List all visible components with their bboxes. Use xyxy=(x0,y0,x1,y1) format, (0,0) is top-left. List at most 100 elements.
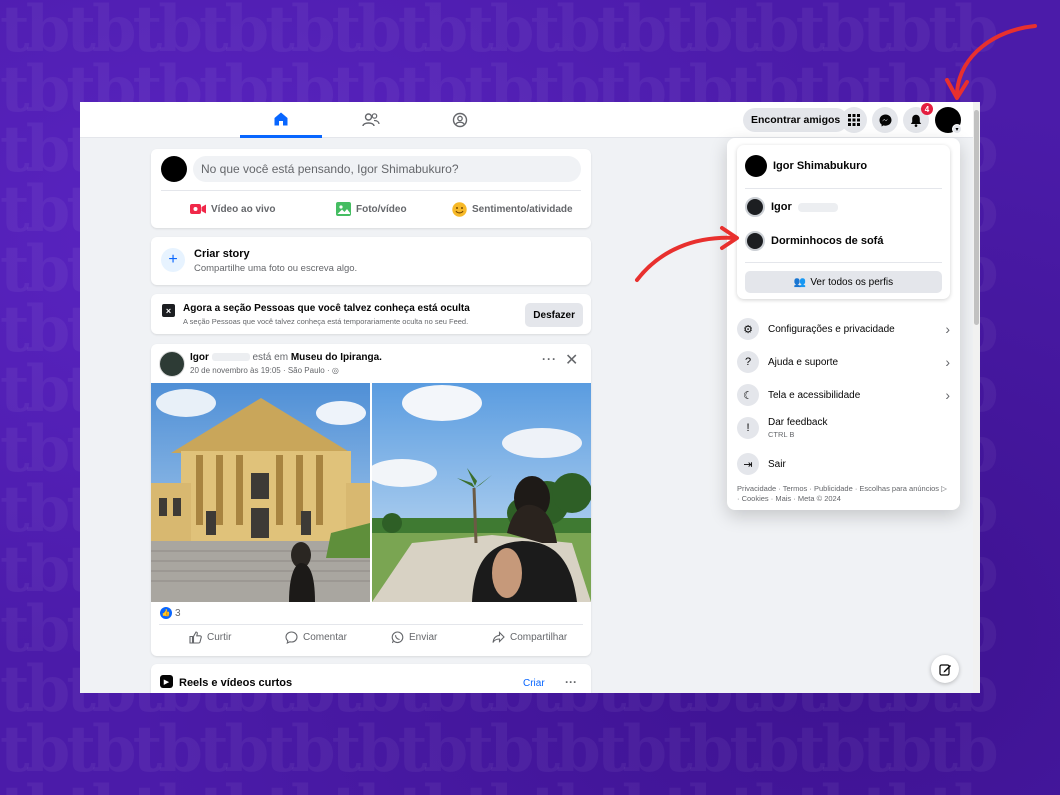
post-photo-garden[interactable] xyxy=(372,383,591,602)
close-icon[interactable]: ✕ xyxy=(565,350,578,370)
help-icon: ? xyxy=(737,351,759,373)
menu-item-label: Ajuda e suporte xyxy=(768,356,839,368)
main-profile-item[interactable]: Igor Shimabukuro xyxy=(745,155,867,177)
like-reaction-icon: 👍 xyxy=(160,607,172,619)
send-label: Enviar xyxy=(409,632,438,643)
create-reel-link[interactable]: Criar xyxy=(523,678,545,689)
see-all-profiles-label: Ver todos os perfis xyxy=(810,276,894,288)
avatar[interactable] xyxy=(159,351,185,377)
reels-section: ▶ Reels e vídeos curtos Criar ··· xyxy=(151,664,591,693)
main-profile-name: Igor Shimabukuro xyxy=(773,160,868,172)
photo-icon xyxy=(336,202,351,216)
more-options-icon[interactable]: ··· xyxy=(542,352,557,366)
browser-window: Encontrar amigos 4 ▾ No que você está pe… xyxy=(80,102,980,693)
live-video-button[interactable]: Vídeo ao vivo xyxy=(190,199,275,219)
tab-home[interactable] xyxy=(240,102,322,138)
notification-count-badge: 4 xyxy=(921,103,933,115)
menu-item-feedback[interactable]: ! Dar feedback CTRL B xyxy=(737,417,950,439)
feeling-activity-label: Sentimento/atividade xyxy=(472,203,573,215)
like-label: Curtir xyxy=(207,632,232,643)
share-icon xyxy=(492,631,505,643)
blurred-name xyxy=(797,202,838,212)
tab-friends[interactable] xyxy=(330,102,412,138)
live-video-icon xyxy=(190,204,206,214)
menu-item-label: Tela e acessibilidade xyxy=(768,389,861,401)
reels-icon: ▶ xyxy=(160,675,173,688)
footer-links[interactable]: Privacidade · Termos · Publicidade · Esc… xyxy=(737,484,947,504)
profile-name-dorminhocos: Dorminhocos de sofá xyxy=(771,235,884,247)
chevron-right-icon: › xyxy=(945,321,950,337)
profiles-icon: 👥 xyxy=(793,276,807,288)
avatar xyxy=(161,156,187,182)
create-story-subtitle: Compartilhe uma foto ou escreva algo. xyxy=(194,263,358,274)
messenger-icon xyxy=(879,114,891,126)
thumbs-up-icon xyxy=(189,631,202,644)
composer-input[interactable]: No que você está pensando, Igor Shimabuk… xyxy=(193,156,581,182)
undo-button[interactable]: Desfazer xyxy=(525,303,583,327)
chevron-right-icon: › xyxy=(945,387,950,403)
moon-icon: ☾ xyxy=(737,384,759,406)
menu-item-text: Dar feedback CTRL B xyxy=(768,417,827,439)
photo-video-button[interactable]: Foto/vídeo xyxy=(336,199,407,219)
blurred-name xyxy=(211,353,250,362)
whatsapp-icon xyxy=(391,631,404,644)
menu-item-display[interactable]: ☾ Tela e acessibilidade › xyxy=(737,384,950,406)
feeling-activity-button[interactable]: Sentimento/atividade xyxy=(452,199,573,219)
menu-item-settings[interactable]: ⚙ Configurações e privacidade › xyxy=(737,318,950,340)
tab-groups[interactable] xyxy=(419,102,501,138)
messenger-button[interactable] xyxy=(872,107,898,133)
comment-label: Comentar xyxy=(303,632,347,643)
scrollbar-thumb[interactable] xyxy=(974,110,979,325)
profiles-card: Igor Shimabukuro Igor Dorminhocos de sof… xyxy=(737,145,950,299)
share-label: Compartilhar xyxy=(510,632,568,643)
friends-icon xyxy=(362,113,380,127)
feedback-icon: ! xyxy=(737,417,759,439)
profile-item-dorminhocos[interactable]: Dorminhocos de sofá xyxy=(745,231,883,251)
live-video-label: Vídeo ao vivo xyxy=(211,203,276,215)
compose-icon xyxy=(938,663,951,676)
profile-item-igor[interactable]: Igor xyxy=(745,197,838,217)
profile-name-igor: Igor xyxy=(771,201,792,213)
post-verb: está em xyxy=(252,352,289,363)
post-meta: 20 de novembro às 19:05 · São Paulo · ◎ xyxy=(190,366,339,375)
gear-icon: ⚙ xyxy=(737,318,759,340)
shortcut-hint: CTRL B xyxy=(768,430,795,439)
groups-icon xyxy=(452,112,468,128)
home-icon xyxy=(274,112,288,125)
post-photo-museum[interactable] xyxy=(151,383,370,602)
hidden-section-notice: × Agora a seção Pessoas que você talvez … xyxy=(151,294,591,334)
photo-video-label: Foto/vídeo xyxy=(356,203,407,215)
hidden-notice-title: Agora a seção Pessoas que você talvez co… xyxy=(183,303,470,314)
send-button[interactable]: Enviar xyxy=(391,631,437,644)
post-author[interactable]: Igor xyxy=(190,352,209,363)
more-options-icon[interactable]: ··· xyxy=(565,675,577,689)
feeling-icon xyxy=(452,201,467,217)
comment-button[interactable]: Comentar xyxy=(285,631,347,644)
menu-item-label: Sair xyxy=(768,458,786,470)
menu-grid-button[interactable] xyxy=(841,107,867,133)
grid-icon xyxy=(848,114,860,126)
create-story-title: Criar story xyxy=(194,248,250,260)
reactions-summary[interactable]: 👍 3 xyxy=(160,607,181,619)
feed-post: Igor está em Museu do Ipiranga. 20 de no… xyxy=(151,344,591,656)
create-story-card[interactable]: + Criar story Compartilhe uma foto ou es… xyxy=(151,237,591,285)
plus-icon: + xyxy=(161,248,185,272)
reaction-count: 3 xyxy=(175,607,181,619)
divider xyxy=(745,188,942,189)
account-dropdown-menu: Igor Shimabukuro Igor Dorminhocos de sof… xyxy=(727,138,960,510)
menu-item-logout[interactable]: ⇥ Sair xyxy=(737,453,950,475)
post-place[interactable]: Museu do Ipiranga. xyxy=(291,352,382,363)
comment-icon xyxy=(285,631,298,644)
find-friends-button[interactable]: Encontrar amigos xyxy=(743,108,849,132)
share-button[interactable]: Compartilhar xyxy=(492,631,567,644)
new-message-button[interactable] xyxy=(931,655,959,683)
chevron-down-icon: ▾ xyxy=(952,124,962,134)
reels-title: Reels e vídeos curtos xyxy=(179,677,293,689)
post-header: Igor está em Museu do Ipiranga. xyxy=(190,352,382,363)
divider xyxy=(159,624,583,625)
like-button[interactable]: Curtir xyxy=(189,631,231,644)
avatar xyxy=(745,155,767,177)
menu-item-help[interactable]: ? Ajuda e suporte › xyxy=(737,351,950,373)
chevron-right-icon: › xyxy=(945,354,950,370)
see-all-profiles-button[interactable]: 👥 Ver todos os perfis xyxy=(745,271,942,293)
